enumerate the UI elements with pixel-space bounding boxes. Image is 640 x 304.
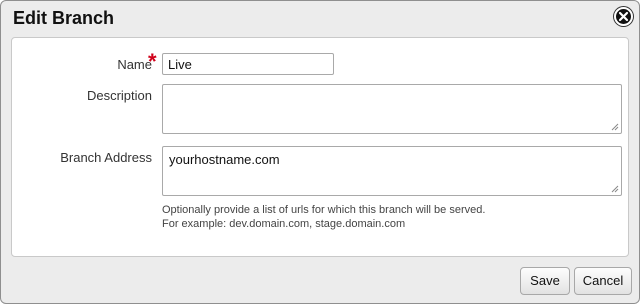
close-button[interactable] <box>614 7 633 26</box>
save-button[interactable]: Save <box>520 267 570 295</box>
cancel-button[interactable]: Cancel <box>574 267 632 295</box>
resize-grip-icon[interactable] <box>611 185 619 193</box>
dialog-title-bar: Edit Branch <box>1 1 639 35</box>
close-icon <box>618 11 629 22</box>
required-marker: * <box>148 49 157 74</box>
description-label: Description <box>86 88 152 103</box>
resize-grip-icon[interactable] <box>611 123 619 131</box>
edit-branch-dialog: Edit Branch Name * Description Branch Ad… <box>0 0 640 304</box>
description-textarea[interactable] <box>162 84 622 134</box>
branch-address-help-line-2: For example: dev.domain.com, stage.domai… <box>162 218 406 230</box>
branch-address-textarea[interactable]: yourhostname.com <box>162 146 622 196</box>
name-label: Name <box>117 57 152 72</box>
name-input[interactable] <box>162 53 334 75</box>
branch-address-help-line-1: Optionally provide a list of urls for wh… <box>162 204 486 216</box>
form-panel: Name * Description Branch Address yourho… <box>11 37 629 257</box>
branch-address-value: yourhostname.com <box>169 152 280 167</box>
branch-address-label: Branch Address <box>60 150 152 165</box>
dialog-title: Edit Branch <box>13 8 115 28</box>
